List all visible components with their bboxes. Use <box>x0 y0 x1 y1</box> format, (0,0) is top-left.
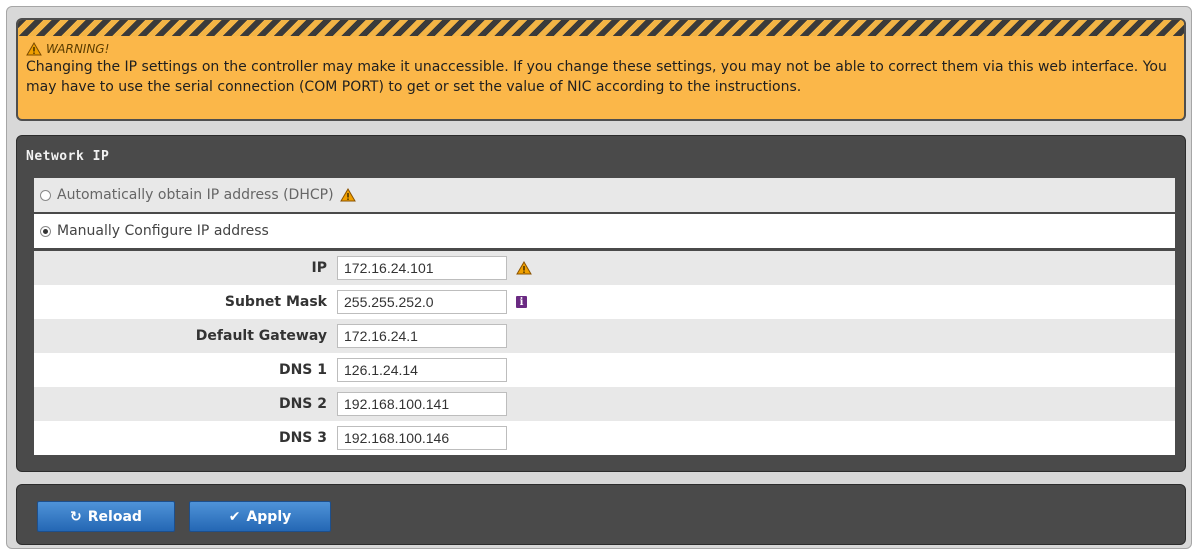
dhcp-option-row[interactable]: Automatically obtain IP address (DHCP) <box>34 178 1175 212</box>
checkmark-icon: ✔ <box>228 508 241 525</box>
warning-icon <box>339 188 356 202</box>
dns2-label: DNS 2 <box>278 396 327 412</box>
action-bar: ↻ Reload ✔ Apply <box>16 484 1186 545</box>
dns3-label: DNS 3 <box>278 430 327 446</box>
manual-label: Manually Configure IP address <box>57 223 269 239</box>
gateway-input[interactable] <box>337 324 507 348</box>
field-row-dns3: DNS 3 <box>34 421 1175 455</box>
dhcp-label: Automatically obtain IP address (DHCP) <box>57 187 334 203</box>
warning-banner: WARNING! Changing the IP settings on the… <box>16 18 1186 121</box>
ip-label: IP <box>311 260 327 276</box>
field-row-gateway: Default Gateway <box>34 319 1175 353</box>
reload-button[interactable]: ↻ Reload <box>37 501 175 532</box>
dhcp-radio[interactable] <box>40 189 51 201</box>
panel-title: Network IP <box>26 149 110 164</box>
field-row-ip: IP <box>34 251 1175 285</box>
manual-option-row[interactable]: Manually Configure IP address <box>34 214 1175 248</box>
field-row-dns1: DNS 1 <box>34 353 1175 387</box>
warning-title-text: WARNING! <box>46 42 110 56</box>
warning-title: WARNING! <box>26 42 109 56</box>
apply-label: Apply <box>246 508 292 525</box>
dns1-input[interactable] <box>337 358 507 382</box>
warning-message: Changing the IP settings on the controll… <box>26 59 1167 95</box>
dns2-input[interactable] <box>337 392 507 416</box>
dns3-input[interactable] <box>337 426 507 450</box>
apply-button[interactable]: ✔ Apply <box>189 501 331 532</box>
hazard-stripes <box>18 20 1184 36</box>
manual-radio[interactable] <box>40 225 51 237</box>
gateway-label: Default Gateway <box>195 328 327 344</box>
field-row-dns2: DNS 2 <box>34 387 1175 421</box>
subnet-label: Subnet Mask <box>224 294 327 310</box>
info-icon[interactable]: i <box>516 296 527 308</box>
warning-icon <box>516 261 532 275</box>
reload-label: Reload <box>87 508 142 525</box>
subnet-input[interactable] <box>337 290 507 314</box>
field-row-subnet: Subnet Mask i <box>34 285 1175 319</box>
reload-icon: ↻ <box>70 508 82 525</box>
ip-input[interactable] <box>337 256 507 280</box>
dns1-label: DNS 1 <box>278 362 327 378</box>
warning-icon <box>26 42 42 56</box>
